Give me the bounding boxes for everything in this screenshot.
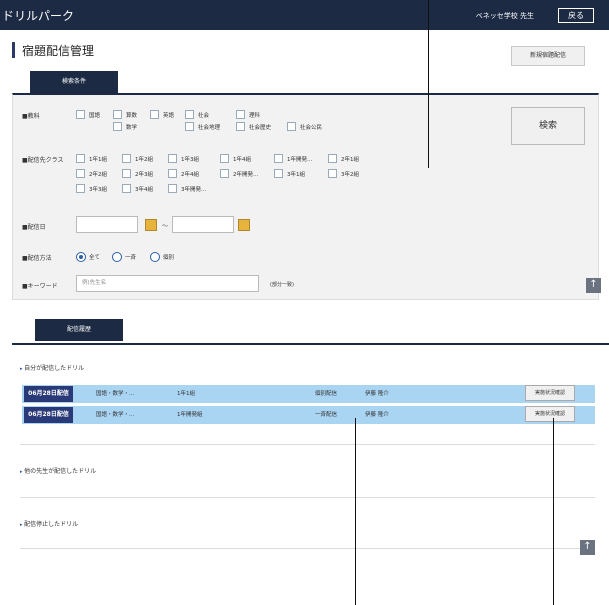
checkbox-class[interactable]: 2年4組 [168,169,199,178]
new-assignment-button[interactable]: 新規宿題配信 [511,46,585,66]
method-label: ■配信方法 [22,255,52,262]
checkbox-subject[interactable]: 理科 [236,110,260,119]
title-accent [12,42,15,58]
checkbox-subject[interactable]: 社会地理 [185,122,220,131]
date-separator: 〜 [162,223,169,230]
checkbox-class[interactable]: 3年4組 [122,184,153,193]
date-from-input[interactable] [76,216,138,233]
date-label: ■配信日 [22,224,46,231]
calendar-icon[interactable] [145,219,157,231]
checkbox-subject[interactable]: 英語 [150,110,174,119]
keyword-input[interactable]: 例)先生名 [76,275,259,292]
radio-method-bulk[interactable]: 一斉 [112,252,136,262]
row-subject: 国語・数学・… [96,412,135,418]
checkbox-class[interactable]: 2年3組 [122,169,153,178]
history-divider [12,343,609,345]
section-divider [20,548,595,549]
calendar-icon[interactable] [238,219,250,231]
status-check-button[interactable]: 実施状況確認 [525,406,575,422]
row-teacher: 伊藤 隆介 [365,391,389,397]
checkbox-class[interactable]: 3年3組 [76,184,107,193]
section-other-drills[interactable]: 他の先生が配信したドリル [20,466,96,475]
checkbox-class[interactable]: 1年3組 [168,154,199,163]
checkbox-subject[interactable]: 算数 [113,110,137,119]
radio-method-individual[interactable]: 個別 [150,252,174,262]
checkbox-class[interactable]: 2年開発… [220,169,259,178]
annotation-line [553,418,554,605]
checkbox-subject[interactable]: 社会 [185,110,209,119]
checkbox-class[interactable]: 1年1組 [76,154,107,163]
class-label: ■配信先クラス [22,157,64,164]
back-button[interactable]: 戻る [558,8,594,23]
date-badge: 06月28日配信 [24,386,73,402]
table-row[interactable]: 06月28日配信 国語・数学・… 1年開発組 一斉配信 伊藤 隆介 実施状況確認 [22,406,595,424]
checkbox-class[interactable]: 3年開発… [168,184,207,193]
row-class: 1年1組 [177,391,195,397]
search-button[interactable]: 検索 [511,107,585,145]
top-bar: ドリルパーク ベネッセ学校 先生 戻る [0,0,609,30]
status-check-button[interactable]: 実施状況確認 [525,385,575,401]
page-title: 宿題配信管理 [22,44,95,58]
checkbox-subject[interactable]: 社会公民 [287,122,322,131]
checkbox-class[interactable]: 2年1組 [328,154,359,163]
row-method: 一斉配信 [315,412,338,418]
to-top-icon[interactable]: ↑ [586,278,601,293]
date-to-input[interactable] [172,216,234,233]
checkbox-subject[interactable]: 社会歴史 [236,122,271,131]
table-row[interactable]: 06月28日配信 国語・数学・… 1年1組 個別配信 伊藤 隆介 実施状況確認 [22,385,595,403]
checkbox-class[interactable]: 2年2組 [76,169,107,178]
checkbox-subject[interactable]: 国語 [76,110,100,119]
section-stopped-drills[interactable]: 配信停止したドリル [20,519,78,528]
checkbox-class[interactable]: 1年2組 [122,154,153,163]
app-logo[interactable]: ドリルパーク [2,7,74,24]
section-divider [20,497,595,498]
radio-method-all[interactable]: 全て [76,252,100,262]
row-class: 1年開発組 [177,412,203,418]
checkbox-class[interactable]: 3年1組 [274,169,305,178]
tab-search-conditions[interactable]: 検索条件 [30,71,118,93]
subject-label: ■教科 [22,113,40,120]
user-school-label: ベネッセ学校 先生 [475,12,534,20]
row-teacher: 伊藤 隆介 [365,412,389,418]
checkbox-subject[interactable]: 数学 [113,122,137,131]
annotation-line [355,418,356,605]
checkbox-class[interactable]: 1年4組 [220,154,251,163]
to-top-icon[interactable]: ↑ [580,540,595,555]
row-method: 個別配信 [315,391,338,397]
checkbox-class[interactable]: 3年2組 [328,169,359,178]
checkbox-class[interactable]: 1年開発… [274,154,313,163]
date-badge: 06月28日配信 [24,407,73,423]
keyword-hint: (部分一致) [270,282,294,288]
tab-history[interactable]: 配信履歴 [35,319,123,341]
section-divider [20,444,595,445]
section-my-drills[interactable]: 自分が配信したドリル [20,363,84,372]
keyword-label: ■キーワード [22,283,58,290]
annotation-line [428,0,429,168]
row-subject: 国語・数学・… [96,391,135,397]
